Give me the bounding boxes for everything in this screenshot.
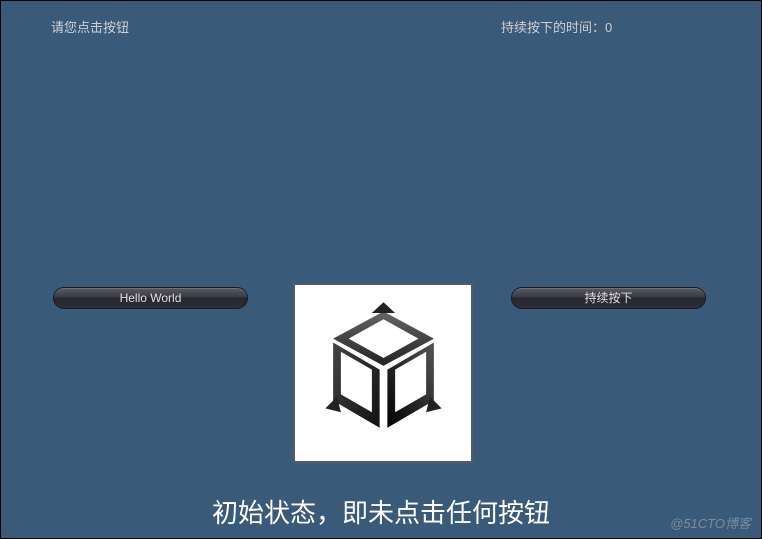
hold-time-label: 持续按下的时间：0: [501, 17, 612, 36]
watermark-text: @51CTO博客: [670, 513, 751, 532]
hold-down-button[interactable]: 持续按下: [511, 287, 706, 309]
caption-text: 初始状态，即未点击任何按钮: [1, 493, 761, 530]
hello-world-button[interactable]: Hello World: [53, 287, 248, 309]
unity-logo-image: [293, 283, 473, 463]
unity-logo-icon: [306, 296, 461, 451]
prompt-label: 请您点击按钮: [51, 17, 129, 36]
